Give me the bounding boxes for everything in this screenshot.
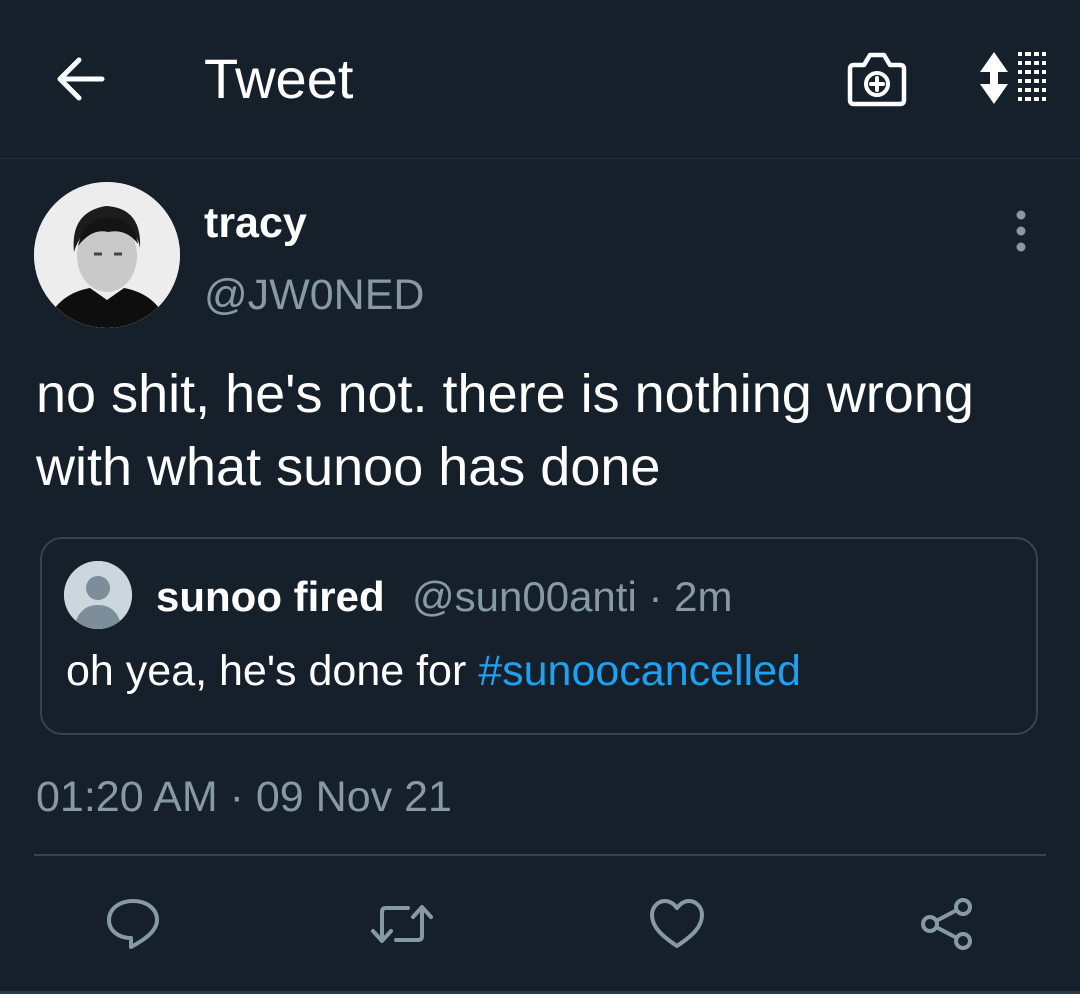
author-display-name[interactable]: tracy [204,196,307,250]
more-options-button[interactable] [1004,206,1038,256]
quoted-author-avatar[interactable] [64,561,132,629]
profile-photo [34,182,180,328]
like-button[interactable] [648,896,706,952]
divider [34,854,1046,856]
heart-icon [650,899,704,948]
tweet-timestamp: 01:20 AM · 09 Nov 21 [36,773,452,821]
more-vertical-icon [1016,210,1026,252]
sort-replies-button[interactable] [976,50,1048,106]
back-button[interactable] [52,55,106,103]
author-avatar[interactable] [34,182,180,328]
share-icon [921,898,972,950]
reply-icon [107,899,159,949]
retweet-icon [371,905,433,943]
author-handle[interactable]: @JW0NED [204,268,424,322]
arrow-left-icon [57,57,105,101]
share-button[interactable] [918,896,976,952]
tweet-detail-screen: Tweet tracy @JW0NED no shit, he's not. t… [0,0,1080,994]
default-avatar-icon [64,561,132,629]
quoted-author-name: sunoo fired [156,573,385,620]
top-app-bar: Tweet [0,0,1080,159]
tweet-text: no shit, he's not. there is nothing wron… [36,364,974,497]
retweet-button[interactable] [370,896,433,952]
quoted-author-meta: @sun00anti · 2m [412,571,732,623]
reply-button[interactable] [104,896,162,952]
page-title: Tweet [204,47,354,110]
quoted-text-body: oh yea, he's done for [66,647,479,695]
quoted-tweet-age: · 2m [648,573,733,620]
quoted-tweet-text: oh yea, he's done for #sunoocancelled [66,643,801,699]
quoted-tweet[interactable]: sunoo fired @sun00anti · 2m oh yea, he's… [40,537,1038,735]
hashtag-link[interactable]: #sunoocancelled [478,647,801,695]
camera-button[interactable] [846,50,908,108]
sort-list-icon [980,52,1046,104]
quoted-author-handle: @sun00anti [412,573,637,620]
camera-plus-icon [847,52,907,107]
